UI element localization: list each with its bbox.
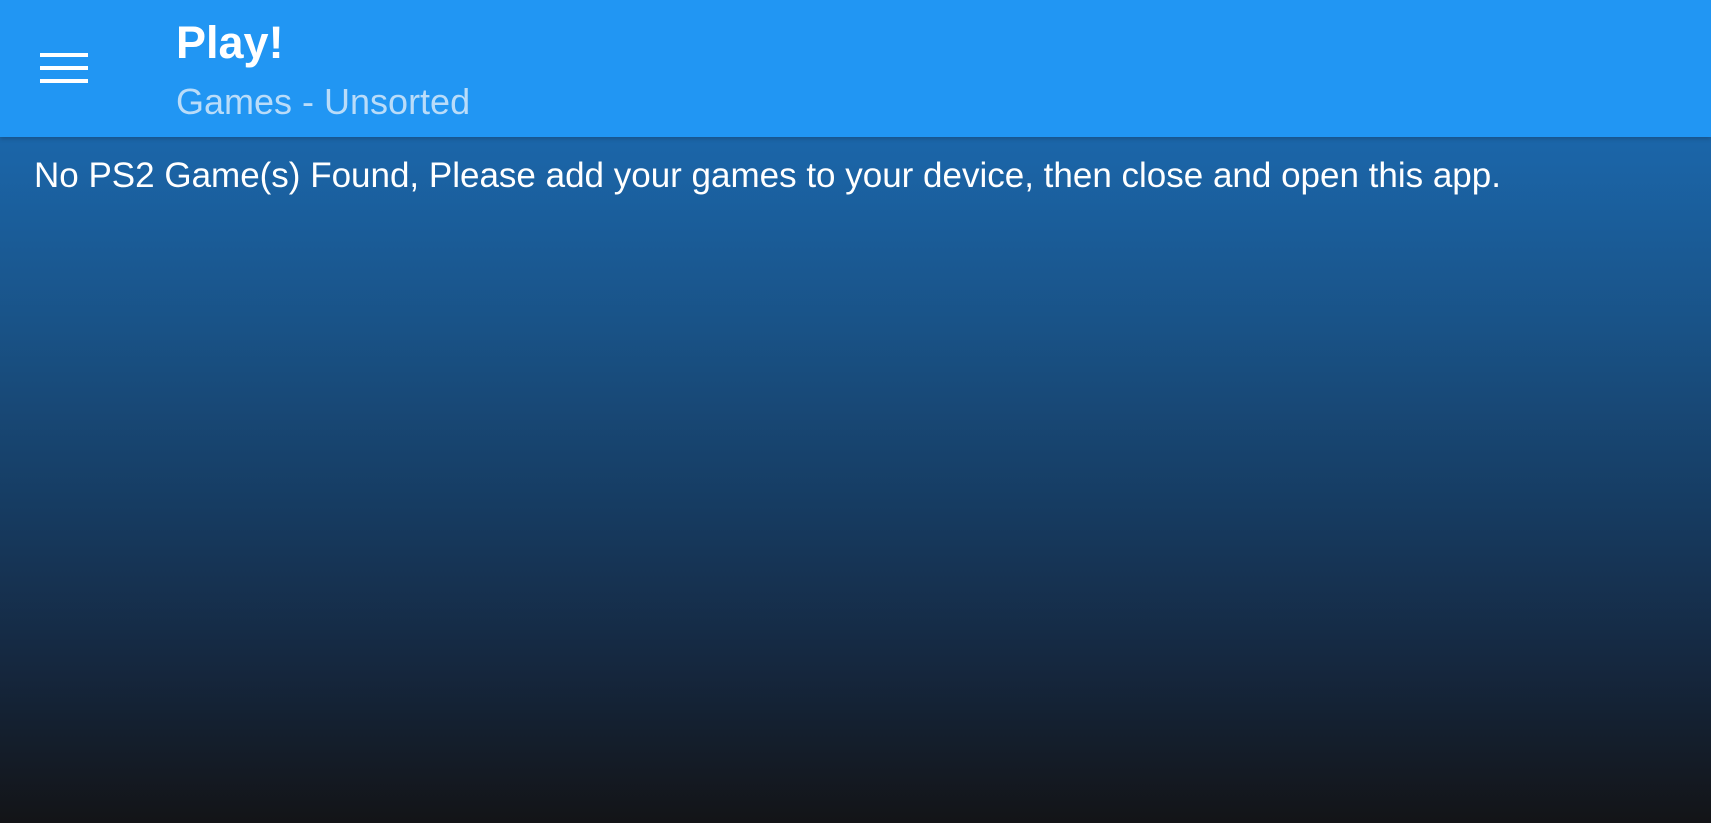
app-title: Play! [176,17,284,68]
empty-state-message: No PS2 Game(s) Found, Please add your ga… [34,156,1501,195]
menu-button[interactable] [24,32,104,104]
hamburger-menu-icon [40,53,88,83]
app-subtitle: Games - Unsorted [176,81,471,122]
app-bar: Play! Games - Unsorted [0,0,1711,137]
